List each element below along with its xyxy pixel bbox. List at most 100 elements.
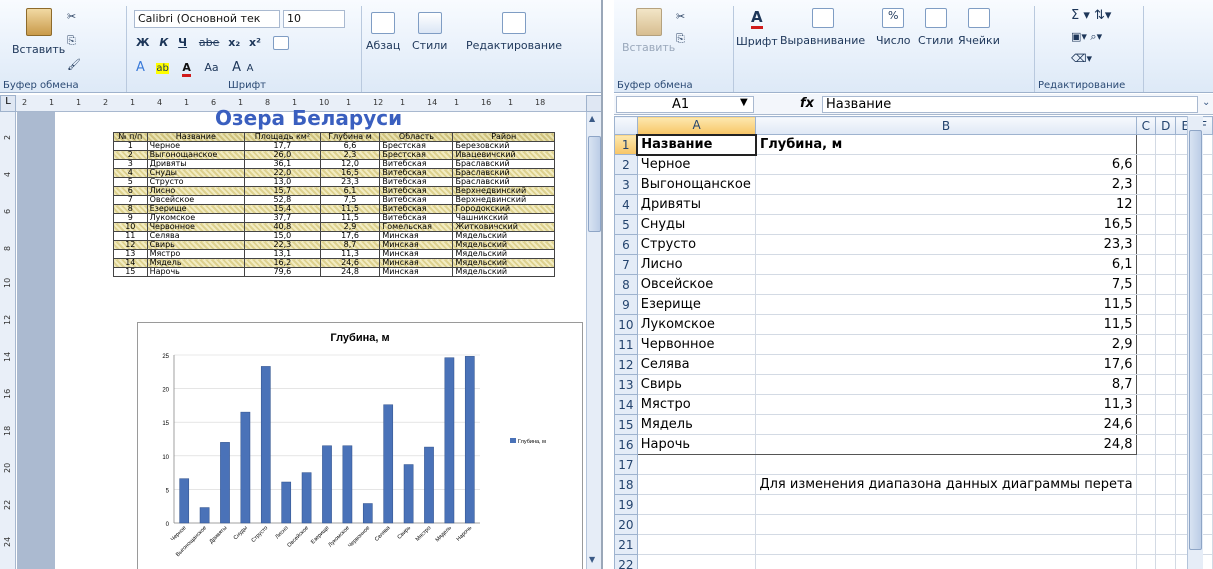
empty-cell[interactable] <box>1135 334 1157 355</box>
empty-cell[interactable] <box>1135 254 1157 275</box>
vertical-ruler[interactable]: 2 4 6 8 10 12 14 16 18 20 22 24 <box>0 112 16 569</box>
excel-styles-button[interactable]: Стили <box>918 8 953 47</box>
word-editing-button[interactable]: Редактирование <box>466 12 562 52</box>
empty-cell[interactable] <box>1135 134 1157 155</box>
name-box-dropdown-icon[interactable]: ▼ <box>740 97 748 108</box>
highlight-button[interactable]: ab <box>156 63 169 74</box>
cell-b[interactable] <box>755 534 1137 555</box>
cell-a[interactable] <box>636 454 757 475</box>
empty-cell[interactable] <box>1155 274 1177 295</box>
empty-cell[interactable] <box>1155 374 1177 395</box>
row-header[interactable]: 3 <box>614 174 638 195</box>
grow-font-button[interactable]: A <box>232 60 241 75</box>
cell-a[interactable] <box>636 514 757 535</box>
depth-chart[interactable]: Глубина, м 0 5 10 15 20 25 Черное Выгонощанское Д… <box>137 322 583 569</box>
cell-b[interactable]: 24,8 <box>755 434 1137 455</box>
copy-icon[interactable]: ⎘ <box>67 34 76 48</box>
italic-button[interactable]: К <box>159 36 168 49</box>
cell-a[interactable]: Лукомское <box>636 314 757 335</box>
cell-b[interactable]: 6,6 <box>755 154 1137 175</box>
cell-b[interactable]: 16,5 <box>755 214 1137 235</box>
cell-b[interactable]: 17,6 <box>755 354 1137 375</box>
cell-b[interactable] <box>755 494 1137 515</box>
empty-cell[interactable] <box>1155 134 1177 155</box>
empty-cell[interactable] <box>1155 234 1177 255</box>
row-header[interactable]: 14 <box>614 394 638 415</box>
clear-icon[interactable]: ⌫▾ <box>1071 52 1092 65</box>
cell-b[interactable]: 2,9 <box>755 334 1137 355</box>
cell-a[interactable]: Свирь <box>636 374 757 395</box>
word-vertical-scrollbar[interactable]: ▲ ▼ <box>586 112 601 569</box>
empty-cell[interactable] <box>1155 514 1177 535</box>
shrink-font-button[interactable]: A <box>247 63 254 74</box>
cell-a[interactable] <box>636 534 757 555</box>
empty-cell[interactable] <box>1155 454 1177 475</box>
cell-b[interactable]: Для изменения диапазона данных диаграммы… <box>755 474 1137 495</box>
cell-b[interactable]: 6,1 <box>755 254 1137 275</box>
cell-a[interactable]: Выгонощанское <box>636 174 757 195</box>
empty-cell[interactable] <box>1135 474 1157 495</box>
cut-icon[interactable]: ✂ <box>67 10 76 23</box>
expand-formula-icon[interactable]: ⌄ <box>1202 97 1210 108</box>
cell-b[interactable]: 23,3 <box>755 234 1137 255</box>
empty-cell[interactable] <box>1135 374 1157 395</box>
cell-a[interactable]: Мядель <box>636 414 757 435</box>
cell-b[interactable]: Глубина, м <box>755 134 1137 155</box>
empty-cell[interactable] <box>1155 214 1177 235</box>
row-header[interactable]: 16 <box>614 434 638 455</box>
row-header[interactable]: 12 <box>614 354 638 375</box>
cell-a[interactable]: Название <box>636 133 757 156</box>
row-header[interactable]: 11 <box>614 334 638 355</box>
empty-cell[interactable] <box>1135 294 1157 315</box>
fill-find-icons[interactable]: ▣▾ ⌕▾ <box>1071 30 1102 44</box>
empty-cell[interactable] <box>1135 454 1157 475</box>
empty-cell[interactable] <box>1135 514 1157 535</box>
row-header[interactable]: 8 <box>614 274 638 295</box>
empty-cell[interactable] <box>1135 174 1157 195</box>
row-header[interactable]: 13 <box>614 374 638 395</box>
select-all-corner[interactable] <box>614 116 638 135</box>
excel-cut-icon[interactable]: ✂ <box>676 10 685 23</box>
row-header[interactable]: 4 <box>614 194 638 215</box>
excel-number-button[interactable]: % Число <box>876 8 911 47</box>
row-header[interactable]: 5 <box>614 214 638 235</box>
row-header[interactable]: 10 <box>614 314 638 335</box>
format-painter-icon[interactable]: 🖌 <box>67 58 81 71</box>
empty-cell[interactable] <box>1135 434 1157 455</box>
column-header[interactable]: C <box>1135 116 1157 135</box>
empty-cell[interactable] <box>1155 434 1177 455</box>
cell-a[interactable]: Струсто <box>636 234 757 255</box>
empty-cell[interactable] <box>1135 414 1157 435</box>
cell-a[interactable]: Червонное <box>636 334 757 355</box>
superscript-button[interactable]: x² <box>249 36 261 49</box>
cell-b[interactable] <box>755 454 1137 475</box>
cell-b[interactable] <box>755 514 1137 535</box>
excel-align-button[interactable]: Выравнивание <box>780 8 865 47</box>
empty-cell[interactable] <box>1155 334 1177 355</box>
row-header[interactable]: 15 <box>614 414 638 435</box>
empty-cell[interactable] <box>1155 554 1177 569</box>
cell-b[interactable]: 11,5 <box>755 314 1137 335</box>
row-header[interactable]: 20 <box>614 514 638 535</box>
bold-button[interactable]: Ж <box>136 36 149 49</box>
excel-font-button[interactable]: A Шрифт <box>736 8 778 48</box>
empty-cell[interactable] <box>1135 494 1157 515</box>
cell-a[interactable]: Черное <box>636 154 757 175</box>
cell-a[interactable]: Дривяты <box>636 194 757 215</box>
empty-cell[interactable] <box>1155 154 1177 175</box>
row-header[interactable]: 6 <box>614 234 638 255</box>
excel-vertical-scrollbar[interactable] <box>1187 116 1203 569</box>
cell-b[interactable]: 24,6 <box>755 414 1137 435</box>
paragraph-button[interactable]: Абзац <box>366 12 400 52</box>
empty-cell[interactable] <box>1135 154 1157 175</box>
cell-a[interactable] <box>636 554 757 569</box>
empty-cell[interactable] <box>1135 354 1157 375</box>
row-header[interactable]: 7 <box>614 254 638 275</box>
fx-label[interactable]: fx <box>800 96 814 111</box>
worksheet-grid[interactable]: ABCDEF 1 Название Глубина, м 2 Черное 6,6 3 Выг… <box>614 116 1213 569</box>
row-header[interactable]: 1 <box>614 134 638 155</box>
tab-selector[interactable]: L <box>0 95 16 112</box>
clear-format-icon[interactable] <box>272 36 289 50</box>
cell-b[interactable]: 8,7 <box>755 374 1137 395</box>
cell-b[interactable]: 12 <box>755 194 1137 215</box>
